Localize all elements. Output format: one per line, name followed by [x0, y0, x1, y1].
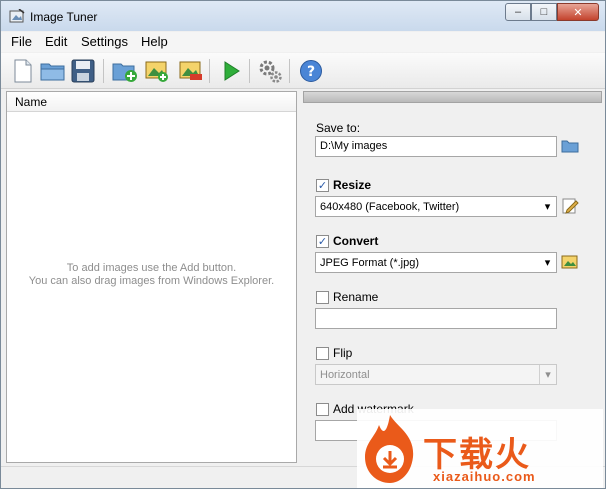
convert-format-select[interactable]: JPEG Format (*.jpg) ▾: [315, 252, 557, 273]
save-to-input[interactable]: D:\My images: [315, 136, 557, 157]
toolbar-separator: [249, 59, 250, 83]
resize-preset-select[interactable]: 640x480 (Facebook, Twitter) ▾: [315, 196, 557, 217]
menu-file[interactable]: File: [11, 34, 32, 49]
remove-image-button[interactable]: [177, 57, 205, 85]
new-button[interactable]: [9, 57, 37, 85]
save-button[interactable]: [69, 57, 97, 85]
start-button[interactable]: [217, 57, 245, 85]
check-icon: ✓: [317, 179, 328, 192]
chevron-down-icon: ▾: [539, 365, 556, 384]
menu-bar: File Edit Settings Help: [1, 32, 605, 52]
checkbox-box: ✓: [316, 234, 329, 248]
image-settings-icon: [561, 255, 578, 269]
check-icon: ✓: [317, 235, 328, 248]
title-bar[interactable]: Image Tuner – □ ✕: [1, 1, 605, 31]
resize-preset-value: 640x480 (Facebook, Twitter): [320, 201, 460, 213]
checkbox-box: [316, 346, 329, 360]
flip-label: Flip: [333, 346, 353, 360]
add-folder-button[interactable]: [111, 57, 139, 85]
flip-direction-value: Horizontal: [320, 369, 370, 381]
rename-input[interactable]: [315, 308, 557, 329]
maximize-button[interactable]: □: [531, 3, 557, 21]
flame-logo-icon: [365, 415, 414, 483]
minimize-icon: –: [514, 6, 522, 18]
menu-settings[interactable]: Settings: [81, 34, 128, 49]
minimize-button[interactable]: –: [505, 3, 531, 21]
flip-direction-select[interactable]: Horizontal ▾: [315, 364, 557, 385]
format-options-button[interactable]: [561, 253, 579, 271]
open-folder-icon: [40, 63, 65, 81]
help-icon: ?: [300, 60, 322, 82]
maximize-icon: □: [540, 6, 548, 18]
convert-checkbox[interactable]: ✓ Convert: [316, 234, 378, 248]
settings-icon: [259, 60, 282, 83]
folder-icon: [561, 140, 579, 153]
chevron-down-icon: ▾: [544, 201, 551, 213]
rename-label: Rename: [333, 290, 379, 304]
close-icon: ✕: [573, 6, 583, 19]
save-to-label: Save to:: [316, 121, 361, 135]
add-folder-icon: [112, 63, 137, 82]
svg-text:?: ?: [307, 64, 315, 80]
toolbar: ?: [1, 53, 605, 89]
site-watermark: 下载火 xiazaihuo.com: [357, 409, 603, 488]
progress-bar: [303, 91, 602, 103]
help-button[interactable]: ?: [297, 57, 325, 85]
chevron-down-icon: ▾: [544, 257, 551, 269]
new-file-icon: [14, 59, 32, 83]
save-icon: [71, 59, 95, 83]
browse-folder-button[interactable]: [561, 137, 579, 155]
list-header[interactable]: Name: [7, 92, 296, 112]
convert-label: Convert: [333, 234, 379, 248]
empty-hint: To add images use the Add button. You ca…: [7, 262, 296, 288]
watermark-url: xiazaihuo.com: [433, 469, 536, 484]
add-image-icon: [145, 61, 168, 82]
open-button[interactable]: [39, 57, 67, 85]
toolbar-separator: [103, 59, 104, 83]
resize-label: Resize: [333, 178, 372, 192]
flip-checkbox[interactable]: Flip: [316, 346, 352, 360]
checkbox-box: [316, 402, 329, 416]
convert-format-value: JPEG Format (*.jpg): [320, 257, 420, 269]
menu-help[interactable]: Help: [141, 34, 168, 49]
resize-checkbox[interactable]: ✓ Resize: [316, 178, 371, 192]
rename-checkbox[interactable]: Rename: [316, 290, 378, 304]
image-list[interactable]: Name To add images use the Add button. Y…: [6, 91, 297, 463]
empty-hint-line-2: You can also drag images from Windows Ex…: [28, 275, 275, 287]
checkbox-box: ✓: [316, 178, 329, 192]
checkbox-box: [316, 290, 329, 304]
close-button[interactable]: ✕: [557, 3, 599, 21]
settings-button[interactable]: [256, 57, 284, 85]
edit-icon: [562, 198, 579, 214]
edit-resize-button[interactable]: [561, 197, 579, 215]
start-icon: [224, 61, 240, 81]
column-name[interactable]: Name: [15, 95, 47, 109]
remove-image-icon: [179, 61, 202, 80]
toolbar-separator: [209, 59, 210, 83]
app-window: Image Tuner – □ ✕ File Edit Settings Hel…: [0, 0, 606, 489]
caption-buttons: – □ ✕: [505, 3, 599, 21]
add-image-button[interactable]: [143, 57, 171, 85]
toolbar-separator: [289, 59, 290, 83]
empty-hint-line-1: To add images use the Add button.: [66, 262, 237, 274]
menu-edit[interactable]: Edit: [45, 34, 67, 49]
window-title: Image Tuner: [30, 10, 98, 24]
app-icon: [9, 9, 25, 23]
